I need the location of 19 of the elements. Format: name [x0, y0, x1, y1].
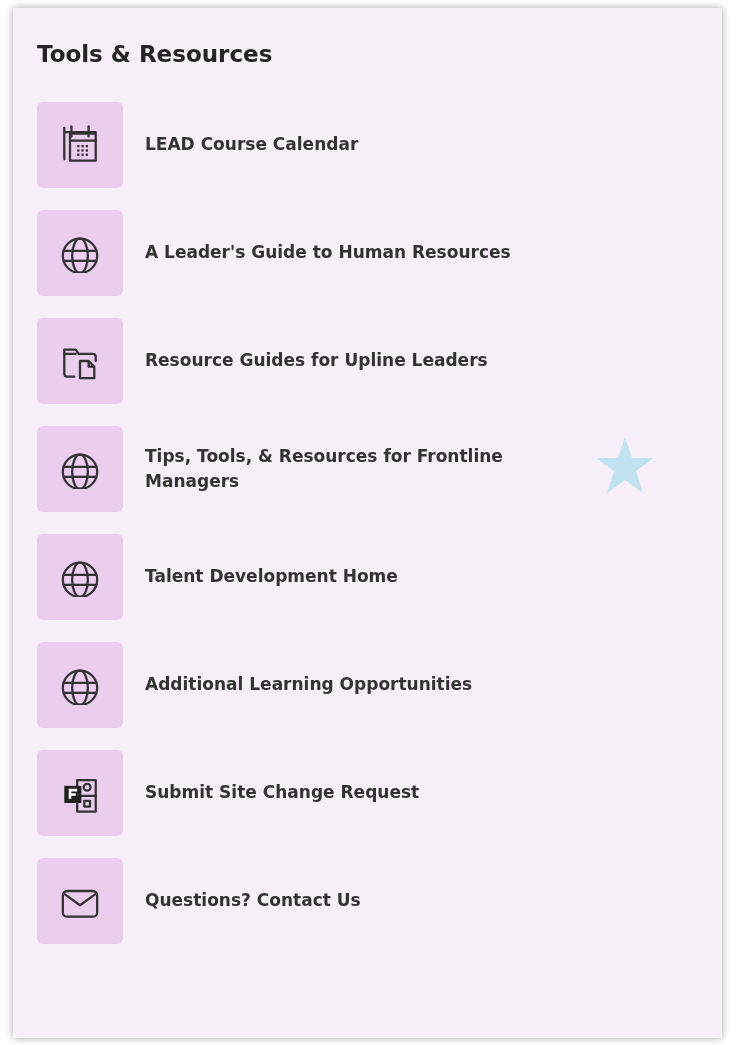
resource-link[interactable]: Talent Development Home [145, 564, 398, 590]
resource-link[interactable]: LEAD Course Calendar [145, 132, 359, 158]
icon-tile[interactable] [37, 102, 123, 188]
icon-tile[interactable] [37, 318, 123, 404]
resource-link[interactable]: Resource Guides for Upline Leaders [145, 348, 488, 374]
resource-link[interactable]: Additional Learning Opportunities [145, 672, 473, 698]
icon-tile[interactable] [37, 642, 123, 728]
resource-link[interactable]: Tips, Tools, & Resources for Frontline Managers [145, 443, 585, 495]
icon-tile[interactable] [37, 210, 123, 296]
star-icon [595, 435, 655, 495]
calendar-icon [60, 125, 100, 165]
icon-tile[interactable] [37, 426, 123, 512]
resource-link[interactable]: Questions? Contact Us [145, 888, 361, 914]
panel-title: Tools & Resources [37, 40, 274, 68]
icon-tile[interactable] [37, 534, 123, 620]
resource-link[interactable]: A Leader's Guide to Human Resources [145, 240, 511, 266]
resource-link[interactable]: Submit Site Change Request [145, 780, 420, 806]
icon-tile[interactable] [37, 858, 123, 944]
icon-tile[interactable] [37, 750, 123, 836]
